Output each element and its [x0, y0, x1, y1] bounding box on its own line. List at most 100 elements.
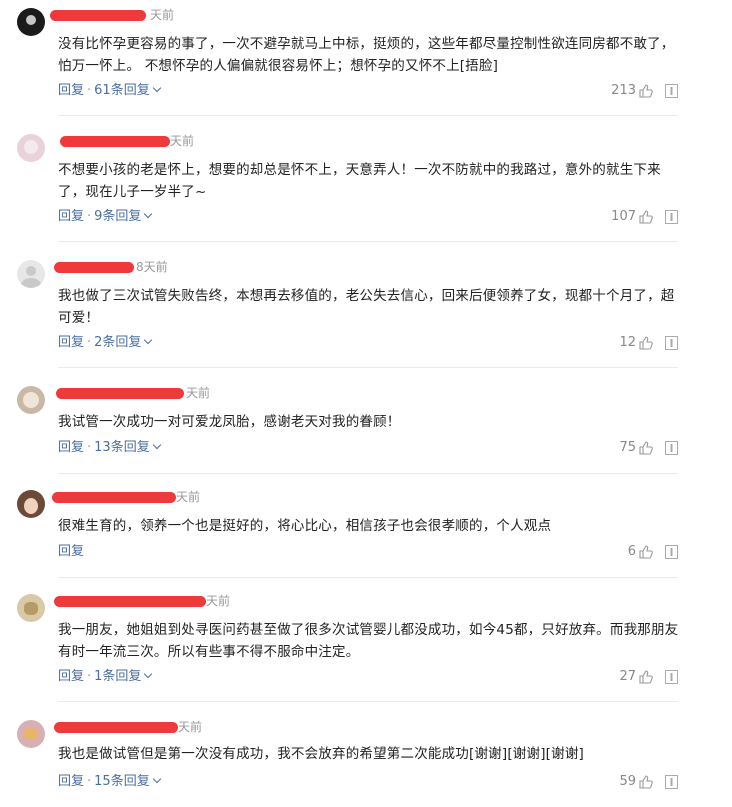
thumbs-up-icon[interactable]	[639, 336, 653, 350]
like-count: 107	[611, 209, 636, 224]
reply-button[interactable]: 回复	[58, 440, 84, 455]
report-icon[interactable]	[665, 670, 678, 684]
avatar[interactable]	[17, 594, 45, 622]
avatar[interactable]	[17, 260, 45, 288]
reply-button[interactable]: 回复	[58, 669, 84, 684]
avatar[interactable]	[17, 386, 45, 414]
report-icon[interactable]	[665, 775, 678, 789]
thumbs-up-icon[interactable]	[639, 84, 653, 98]
avatar[interactable]	[17, 490, 45, 518]
redacted-username	[52, 492, 176, 503]
separator: ·	[87, 774, 92, 789]
reply-button[interactable]: 回复	[58, 774, 84, 789]
separator: ·	[87, 335, 92, 350]
comment-meta: 59	[619, 773, 678, 791]
chevron-down-icon	[144, 669, 153, 679]
replies-toggle[interactable]: 9条回复	[94, 209, 153, 224]
comment-time: 8天前	[136, 260, 168, 274]
replies-count: 15条回复	[94, 774, 150, 789]
report-icon[interactable]	[665, 336, 678, 350]
comment-time: 天前	[176, 490, 201, 504]
divider	[58, 241, 678, 242]
separator: ·	[87, 440, 92, 455]
divider	[58, 367, 678, 368]
like-count: 75	[619, 440, 636, 455]
redacted-username	[54, 722, 178, 733]
comment-actions: 回复 · 2条回复	[58, 334, 153, 352]
redacted-username	[54, 262, 134, 273]
comment-actions: 回复 · 61条回复	[58, 82, 161, 100]
redacted-username	[60, 136, 170, 147]
thumbs-up-icon[interactable]	[639, 210, 653, 224]
avatar[interactable]	[17, 720, 45, 748]
divider	[58, 473, 678, 474]
comment-actions: 回复 · 15条回复	[58, 773, 161, 791]
divider	[58, 577, 678, 578]
report-icon[interactable]	[665, 441, 678, 455]
thumbs-up-icon[interactable]	[639, 545, 653, 559]
replies-count: 61条回复	[94, 83, 150, 98]
comment-meta: 75	[619, 439, 678, 457]
comment-actions: 回复	[58, 543, 84, 561]
reply-button[interactable]: 回复	[58, 335, 84, 350]
comment-meta: 107	[611, 208, 678, 226]
chevron-down-icon	[152, 774, 161, 784]
comment-text: 不想要小孩的老是怀上，想要的却总是怀不上，天意弄人！一次不防就中的我路过，意外的…	[58, 162, 661, 200]
thumbs-up-icon[interactable]	[639, 670, 653, 684]
thumbs-up-icon[interactable]	[639, 441, 653, 455]
replies-toggle[interactable]: 15条回复	[94, 774, 161, 789]
comment-actions: 回复 · 9条回复	[58, 208, 153, 226]
comment-meta: 6	[628, 543, 678, 561]
like-count: 27	[619, 669, 636, 684]
replies-toggle[interactable]: 13条回复	[94, 440, 161, 455]
comment-text: 我试管一次成功一对可爱龙凤胎，感谢老天对我的眷顾！	[58, 414, 401, 430]
report-icon[interactable]	[665, 545, 678, 559]
comment-meta: 12	[619, 334, 678, 352]
reply-button[interactable]: 回复	[58, 83, 84, 98]
separator: ·	[87, 209, 92, 224]
reply-button[interactable]: 回复	[58, 544, 84, 559]
comment-actions: 回复 · 13条回复	[58, 439, 161, 457]
replies-toggle[interactable]: 61条回复	[94, 83, 161, 98]
divider	[58, 701, 678, 702]
comment-time: 天前	[178, 720, 203, 734]
reply-button[interactable]: 回复	[58, 209, 84, 224]
avatar[interactable]	[17, 134, 45, 162]
like-count: 213	[611, 83, 636, 98]
comment-time: 天前	[150, 8, 175, 22]
replies-count: 1条回复	[94, 669, 142, 684]
comment-text: 我也做了三次试管失败告终，本想再去移值的，老公失去信心，回来后便领养了女，现都十…	[58, 288, 675, 326]
comment-meta: 27	[619, 668, 678, 686]
comment-meta: 213	[611, 82, 678, 100]
separator: ·	[87, 83, 92, 98]
redacted-username	[54, 596, 206, 607]
comment-time: 天前	[170, 134, 195, 148]
redacted-username	[50, 10, 146, 21]
report-icon[interactable]	[665, 210, 678, 224]
separator: ·	[87, 669, 92, 684]
like-count: 12	[619, 335, 636, 350]
thumbs-up-icon[interactable]	[639, 775, 653, 789]
comment-actions: 回复 · 1条回复	[58, 668, 153, 686]
like-count: 6	[627, 544, 636, 559]
comment-time: 天前	[206, 594, 231, 608]
replies-count: 13条回复	[94, 440, 150, 455]
chevron-down-icon	[144, 209, 153, 219]
replies-count: 2条回复	[94, 335, 142, 350]
comment-text: 没有比怀孕更容易的事了，一次不避孕就马上中标，挺烦的，这些年都尽量控制性欲连同房…	[58, 36, 675, 74]
replies-count: 9条回复	[94, 209, 142, 224]
chevron-down-icon	[152, 83, 161, 93]
chevron-down-icon	[144, 335, 153, 345]
comment-text: 我也是做试管但是第一次没有成功，我不会放弃的希望第二次能成功[谢谢][谢谢][谢…	[58, 746, 584, 762]
comment-time: 天前	[186, 386, 211, 400]
comment-text: 很难生育的，领养一个也是挺好的，将心比心，相信孩子也会很孝顺的，个人观点	[58, 518, 552, 534]
chevron-down-icon	[152, 440, 161, 450]
like-count: 59	[619, 774, 636, 789]
redacted-username	[56, 388, 184, 399]
replies-toggle[interactable]: 1条回复	[94, 669, 153, 684]
comment-text: 我一朋友，她姐姐到处寻医问药甚至做了很多次试管婴儿都没成功，如今45都，只好放弃…	[58, 622, 679, 660]
avatar[interactable]	[17, 8, 45, 36]
replies-toggle[interactable]: 2条回复	[94, 335, 153, 350]
report-icon[interactable]	[665, 84, 678, 98]
divider	[58, 115, 678, 116]
